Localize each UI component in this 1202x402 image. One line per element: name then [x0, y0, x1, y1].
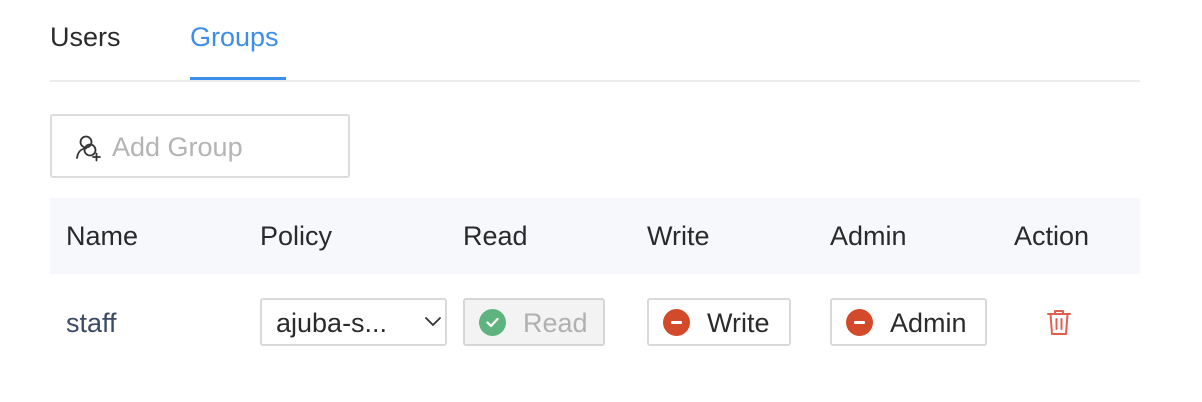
- minus-circle-icon: [846, 309, 873, 336]
- chevron-down-icon: [423, 314, 443, 330]
- column-header-read: Read: [463, 221, 528, 251]
- write-permission-button[interactable]: Write: [647, 298, 791, 346]
- minus-circle-icon: [663, 309, 690, 336]
- group-name-link[interactable]: staff: [66, 306, 117, 340]
- tab-groups[interactable]: Groups: [190, 20, 279, 54]
- check-circle-icon: [479, 309, 506, 336]
- column-header-name: Name: [66, 221, 139, 251]
- add-group-label: Add Group: [112, 132, 243, 162]
- admin-permission-button[interactable]: Admin: [830, 298, 987, 346]
- column-header-action: Action: [1014, 221, 1090, 251]
- column-header-write: Write: [647, 221, 710, 251]
- active-tab-indicator: [190, 77, 286, 80]
- table-header: Name Policy Read Write Admin Action: [50, 198, 1140, 274]
- add-group-button[interactable]: Add Group: [50, 114, 350, 178]
- column-header-admin: Admin: [830, 221, 907, 251]
- read-permission-label: Read: [523, 308, 588, 338]
- add-user-icon: [74, 134, 102, 162]
- trash-icon[interactable]: [1046, 308, 1072, 336]
- admin-permission-label: Admin: [890, 308, 967, 338]
- read-permission-button[interactable]: Read: [463, 298, 605, 346]
- policy-select[interactable]: ajuba-s...: [260, 298, 447, 346]
- group-permissions-panel: Users Groups Add Group Name Policy Read …: [0, 0, 1202, 402]
- tab-bar: Users Groups: [50, 0, 1140, 82]
- column-header-policy: Policy: [260, 221, 333, 251]
- policy-selected-value: ajuba-s...: [276, 308, 388, 338]
- write-permission-label: Write: [707, 308, 770, 338]
- tab-users[interactable]: Users: [50, 20, 121, 54]
- table-row: staff ajuba-s... Read Write Admin: [50, 274, 1140, 374]
